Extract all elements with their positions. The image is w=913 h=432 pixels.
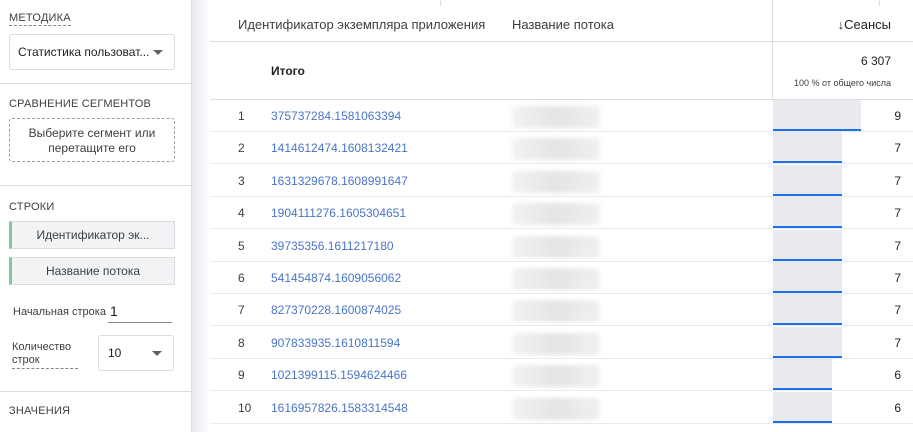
redacted-stream-name [512, 332, 600, 355]
totals-label: Итого [271, 64, 305, 78]
data-table: Идентификатор экземпляра приложения Назв… [210, 0, 913, 432]
sessions-value: 7 [894, 238, 901, 253]
table-row: 7 827370228.1600874025 7 [210, 294, 913, 327]
table-row: 3 1631329678.1608991647 7 [210, 164, 913, 197]
sessions-value: 7 [894, 335, 901, 350]
redacted-stream-name [512, 106, 600, 128]
row-count-label: Количество строк [12, 341, 78, 369]
column-header-sessions-label: Сеансы [844, 17, 891, 32]
value-bar [773, 326, 842, 358]
sessions-value: 7 [894, 173, 901, 188]
redacted-stream-name [512, 138, 600, 161]
row-dimension-chip[interactable]: Идентификатор эк... [9, 221, 175, 249]
method-select-value: Статистика пользоват... [18, 45, 150, 59]
divider [0, 391, 192, 392]
start-row-label: Начальная строка [13, 306, 106, 318]
row-index: 8 [238, 335, 245, 350]
segment-dropzone[interactable]: Выберите сегмент или перетащите его [9, 118, 175, 162]
row-index: 10 [238, 400, 252, 415]
panel-shadow [192, 0, 210, 432]
value-bar [773, 100, 861, 131]
start-row-underline [108, 322, 172, 323]
app-instance-id-link[interactable]: 827370228.1600874025 [271, 303, 401, 317]
table-row: 4 1904111276.1605304651 7 [210, 197, 913, 230]
app-instance-id-link[interactable]: 1616957826.1583314548 [271, 401, 408, 415]
app-instance-id-link[interactable]: 1021399115.1594624466 [271, 368, 407, 382]
section-title-segments: СРАВНЕНИЕ СЕГМЕНТОВ [9, 98, 152, 110]
redacted-stream-name [512, 268, 600, 290]
section-title-values: ЗНАЧЕНИЯ [9, 405, 71, 417]
row-count-value: 10 [108, 346, 122, 360]
sessions-value: 7 [894, 206, 901, 221]
column-header-sessions[interactable]: ↓Сеансы [838, 17, 891, 32]
table-row: 9 1021399115.1594624466 6 [210, 359, 913, 392]
sessions-value: 7 [894, 271, 901, 285]
column-header-stream-name[interactable]: Название потока [512, 17, 614, 32]
value-bar [773, 132, 842, 164]
row-dimension-chip[interactable]: Название потока [9, 257, 175, 285]
row-index: 6 [238, 271, 245, 285]
app-instance-id-link[interactable]: 541454874.1609056062 [271, 271, 401, 285]
app-instance-id-link[interactable]: 39735356.1611217180 [271, 239, 394, 253]
section-title-method: МЕТОДИКА [9, 12, 71, 26]
value-bar [773, 164, 842, 196]
start-row-input[interactable]: 1 [110, 303, 118, 319]
method-select[interactable]: Статистика пользоват... [9, 34, 175, 70]
row-index: 2 [238, 141, 245, 156]
table-row: 5 39735356.1611217180 7 [210, 229, 913, 262]
value-bar [773, 294, 842, 326]
table-header: Идентификатор экземпляра приложения Назв… [210, 0, 913, 42]
totals-row: Итого 6 307 100 % от общего числа [210, 42, 913, 100]
value-bar [773, 229, 842, 261]
value-bar [773, 262, 842, 293]
row-index: 7 [238, 303, 245, 318]
row-index: 5 [238, 238, 245, 253]
sessions-value: 7 [894, 303, 901, 318]
sessions-value: 7 [894, 141, 901, 156]
chevron-down-icon [153, 50, 163, 55]
sessions-value: 6 [894, 400, 901, 415]
table-row: 10 1616957826.1583314548 6 [210, 391, 913, 424]
totals-value: 6 307 [860, 54, 891, 68]
app-instance-id-link[interactable]: 1904111276.1605304651 [271, 206, 406, 220]
table-row: 2 1414612474.1608132421 7 [210, 132, 913, 165]
redacted-stream-name [512, 397, 600, 420]
app-instance-id-link[interactable]: 375737284.1581063394 [271, 109, 401, 123]
sessions-value: 6 [894, 368, 901, 383]
app-instance-id-link[interactable]: 1414612474.1608132421 [271, 141, 408, 155]
redacted-stream-name [512, 365, 600, 388]
table-row: 1 375737284.1581063394 9 [210, 100, 913, 132]
redacted-stream-name [512, 203, 600, 226]
row-index: 9 [238, 368, 245, 383]
table-row: 8 907833935.1610811594 7 [210, 326, 913, 359]
chevron-down-icon [152, 351, 162, 356]
row-count-select[interactable]: 10 [98, 335, 174, 371]
divider [0, 83, 192, 84]
sessions-value: 9 [894, 109, 901, 123]
settings-panel: МЕТОДИКА Статистика пользоват... СРАВНЕН… [0, 0, 192, 432]
row-index: 3 [238, 173, 245, 188]
app-instance-id-link[interactable]: 1631329678.1608991647 [271, 174, 408, 188]
table-row: 6 541454874.1609056062 7 [210, 262, 913, 294]
totals-percent: 100 % от общего числа [794, 78, 891, 88]
redacted-stream-name [512, 170, 600, 193]
value-bar [773, 197, 842, 229]
divider [0, 185, 192, 186]
section-title-rows: СТРОКИ [9, 201, 55, 213]
row-index: 4 [238, 206, 245, 221]
redacted-stream-name [512, 300, 600, 323]
value-bar [773, 359, 832, 391]
value-bar [773, 391, 832, 423]
row-index: 1 [238, 109, 245, 123]
app-instance-id-link[interactable]: 907833935.1610811594 [271, 336, 400, 350]
column-header-app-instance-id[interactable]: Идентификатор экземпляра приложения [238, 17, 485, 32]
redacted-stream-name [512, 235, 600, 258]
